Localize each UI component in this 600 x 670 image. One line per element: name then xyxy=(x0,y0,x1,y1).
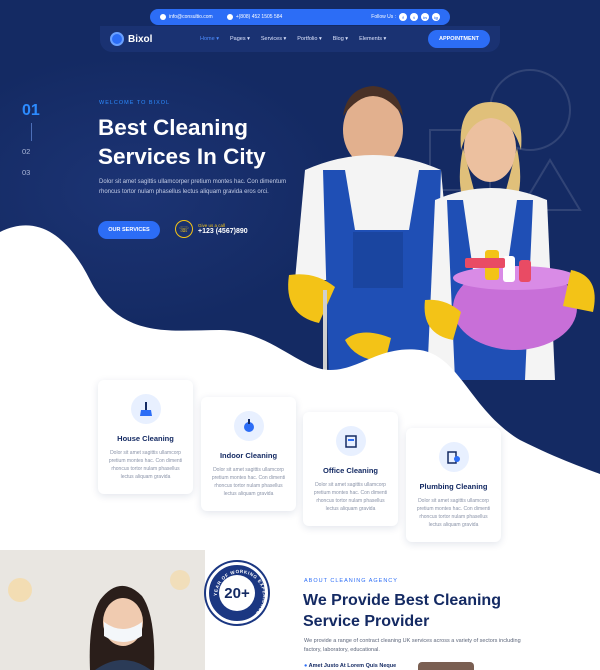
about-description: We provide a range of contract cleaning … xyxy=(304,638,521,653)
linkedin-icon[interactable]: in xyxy=(421,13,429,21)
main-navbar: Bixol Home ▾ Pages ▾ Services ▾ Portfoli… xyxy=(100,26,500,52)
service-description: Dolor sit amet sagittis ullamcorp pretiu… xyxy=(211,467,286,497)
about-eyebrow: ABOUT CLEANING AGENCY xyxy=(304,578,398,584)
top-info-bar: info@consultio.com +(808) 452 1505 584 F… xyxy=(150,9,450,25)
page: 01 02 03 WELCOME TO BIXOL Best Cleaning … xyxy=(0,0,600,670)
facebook-icon[interactable]: f xyxy=(399,13,407,21)
svg-text:YEAR OF WORKING EXPERIENCE: YEAR OF WORKING EXPERIENCE xyxy=(213,569,267,616)
about-thumbnail xyxy=(418,662,474,670)
nav-item-blog[interactable]: Blog ▾ xyxy=(333,36,348,42)
phone-small-icon xyxy=(226,14,233,20)
about-title-line1: We Provide Best Cleaning xyxy=(303,592,501,609)
twitter-icon[interactable]: t xyxy=(410,13,418,21)
email-info[interactable]: info@consultio.com xyxy=(160,14,213,20)
about-title-line2: Service Provider xyxy=(303,613,430,630)
service-card-office[interactable]: Office Cleaning Dolor sit amet sagittis … xyxy=(303,412,398,526)
service-description: Dolor sit amet sagittis ullamcorp pretiu… xyxy=(108,450,183,480)
phone-text[interactable]: +(808) 452 1505 584 xyxy=(236,14,283,20)
experience-badge: YEAR OF WORKING EXPERIENCE 20+ xyxy=(206,562,268,624)
plumbing-icon xyxy=(438,442,469,472)
broom-icon xyxy=(130,394,161,424)
phone-info[interactable]: +(808) 452 1505 584 xyxy=(226,14,283,20)
service-title: House Cleaning xyxy=(117,434,174,443)
email-text[interactable]: info@consultio.com xyxy=(169,14,213,20)
badge-ring-text: YEAR OF WORKING EXPERIENCE xyxy=(213,569,267,616)
logo-text: Bixol xyxy=(128,33,153,45)
nav-item-home[interactable]: Home ▾ xyxy=(200,36,219,42)
appointment-button[interactable]: APPOINTMENT xyxy=(427,30,490,48)
mail-icon xyxy=(160,14,166,20)
service-title: Plumbing Cleaning xyxy=(419,482,488,491)
service-card-plumbing[interactable]: Plumbing Cleaning Dolor sit amet sagitti… xyxy=(406,428,501,542)
service-title: Office Cleaning xyxy=(322,466,378,475)
check-icon: ● xyxy=(304,663,308,669)
service-card-indoor[interactable]: Indoor Cleaning Dolor sit amet sagittis … xyxy=(201,397,296,511)
follow-label: Follow Us : xyxy=(371,14,396,20)
logo-icon xyxy=(110,32,124,46)
nav-menu: Home ▾ Pages ▾ Services ▾ Portfolio ▾ Bl… xyxy=(200,36,386,42)
about-title: We Provide Best Cleaning Service Provide… xyxy=(303,590,543,632)
service-card-house[interactable]: House Cleaning Dolor sit amet sagittis u… xyxy=(98,380,193,494)
site-logo[interactable]: Bixol xyxy=(110,32,200,46)
about-photo xyxy=(0,550,205,670)
service-title: Indoor Cleaning xyxy=(219,451,278,460)
service-description: Dolor sit amet sagittis ullamcorp pretiu… xyxy=(313,482,388,512)
nav-item-services[interactable]: Services ▾ xyxy=(261,36,286,42)
nav-item-elements[interactable]: Elements ▾ xyxy=(359,36,386,42)
vacuum-icon xyxy=(233,411,264,441)
nav-item-pages[interactable]: Pages ▾ xyxy=(230,36,250,42)
nav-item-portfolio[interactable]: Portfolio ▾ xyxy=(297,36,321,42)
about-list-text: Amet Justo At Lorem Quis Neque xyxy=(308,663,397,669)
about-list-item: ● Amet Justo At Lorem Quis Neque xyxy=(304,663,396,669)
office-icon xyxy=(335,426,366,456)
social-links: Follow Us : f t in ig xyxy=(371,13,440,21)
instagram-icon[interactable]: ig xyxy=(432,13,440,21)
service-description: Dolor sit amet sagittis ullamcorp pretiu… xyxy=(416,498,491,528)
